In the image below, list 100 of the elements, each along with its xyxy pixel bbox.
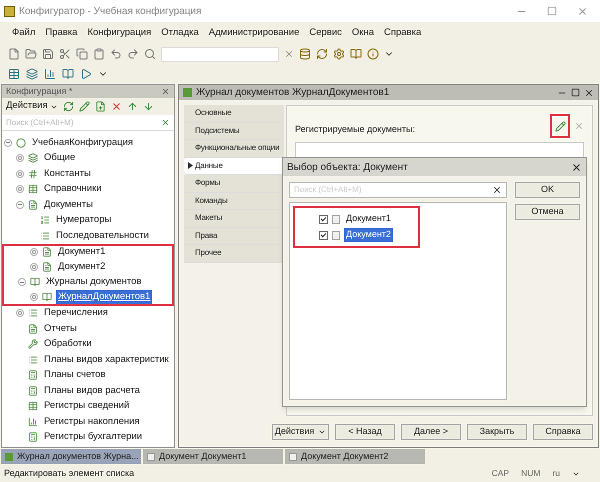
- taskbar-item[interactable]: Документ Документ1: [143, 449, 283, 464]
- collapse-icon[interactable]: [18, 278, 26, 286]
- collapse-icon[interactable]: [16, 200, 24, 209]
- toolbar-icon[interactable]: [127, 48, 139, 60]
- tree-item[interactable]: Регистры накопления: [2, 414, 174, 430]
- menu-item[interactable]: Справка: [384, 26, 422, 40]
- tab[interactable]: Макеты: [184, 210, 284, 228]
- tree-item[interactable]: Регистры бухгалтерии: [2, 430, 174, 445]
- checkbox[interactable]: [319, 230, 328, 240]
- toolbar-icon[interactable]: [26, 68, 38, 80]
- toolbar-icon[interactable]: [94, 101, 106, 112]
- tree-node-icon: [28, 308, 38, 318]
- tree-node-icon: [28, 432, 38, 442]
- dialog-button[interactable]: OK: [515, 182, 580, 198]
- dialog-button[interactable]: < Назад: [335, 424, 395, 440]
- menu-item[interactable]: Файл: [12, 26, 36, 40]
- dialog-button[interactable]: Закрыть: [467, 424, 527, 440]
- toolbar-icon[interactable]: [93, 48, 105, 60]
- tree-item[interactable]: Документ1: [2, 244, 174, 259]
- search-field[interactable]: Поиск (Ctrl+Alt+M): [2, 116, 161, 128]
- menu-item[interactable]: Отладка: [161, 26, 199, 40]
- toolbar-icon[interactable]: [8, 68, 20, 80]
- toolbar-icon[interactable]: [142, 101, 154, 112]
- tree-item[interactable]: Планы счетов: [2, 368, 174, 383]
- menu-item[interactable]: Сервис: [309, 26, 342, 40]
- toolbar-icon[interactable]: [316, 48, 328, 60]
- tree-node-icon: [16, 138, 26, 148]
- tree-item[interactable]: УчебнаяКонфигурация: [2, 135, 174, 150]
- expand-icon[interactable]: [30, 248, 38, 256]
- collapse-icon[interactable]: [4, 138, 12, 147]
- dialog-button[interactable]: Действия: [272, 424, 329, 440]
- tree-node-icon: [42, 292, 52, 302]
- tree-item[interactable]: Нумераторы: [2, 212, 174, 228]
- tab[interactable]: Команды: [184, 192, 284, 210]
- status-message: Редактировать элемент списка: [4, 466, 136, 480]
- tab[interactable]: Данные: [184, 158, 284, 175]
- tree-item[interactable]: Обработки: [2, 336, 174, 352]
- toolbar-icon[interactable]: [110, 101, 122, 112]
- toolbar-icon[interactable]: [76, 48, 88, 60]
- clear-icon[interactable]: [492, 185, 502, 195]
- toolbar-icon[interactable]: [62, 68, 74, 80]
- toolbar-search-field[interactable]: [161, 46, 279, 62]
- list-item[interactable]: Документ2: [344, 228, 393, 242]
- toolbar-icon[interactable]: [333, 48, 345, 60]
- menu-item[interactable]: Конфигурация: [87, 26, 152, 40]
- tree-item[interactable]: Перечисления: [2, 306, 174, 321]
- toolbar-icon[interactable]: [62, 101, 74, 112]
- list-item[interactable]: Документ1: [344, 212, 393, 226]
- maximize-icon[interactable]: [571, 88, 580, 97]
- close-icon[interactable]: [571, 162, 582, 172]
- field-label: Регистрируемые документы:: [295, 123, 416, 136]
- tree-item[interactable]: Константы: [2, 166, 174, 182]
- toolbar-icon[interactable]: [80, 68, 92, 80]
- taskbar-item[interactable]: Документ Документ2: [285, 449, 425, 464]
- dialog-button[interactable]: Далее >: [401, 424, 461, 440]
- tree-item[interactable]: Последовательности: [2, 228, 174, 244]
- menu-item[interactable]: Администрирование: [208, 26, 300, 40]
- tab[interactable]: Формы: [184, 175, 284, 192]
- tab[interactable]: Основные: [184, 105, 284, 122]
- toolbar-icon[interactable]: [25, 48, 37, 60]
- tree-item[interactable]: Отчеты: [2, 321, 174, 336]
- tab[interactable]: Подсистемы: [184, 122, 284, 140]
- checkbox[interactable]: [319, 214, 328, 224]
- toolbar-icon[interactable]: [42, 48, 54, 60]
- edit-button[interactable]: [550, 114, 570, 138]
- tree-item[interactable]: Справочники: [2, 182, 174, 197]
- toolbar-icon[interactable]: [110, 48, 122, 60]
- taskbar-item[interactable]: Журнал документов Журна...: [1, 449, 141, 464]
- tree-node-icon: [28, 401, 38, 412]
- dialog-button[interactable]: Справка: [533, 424, 593, 440]
- toolbar-icon[interactable]: [299, 48, 311, 60]
- expand-icon[interactable]: [16, 154, 24, 162]
- tree-item[interactable]: Планы видов характеристик: [2, 352, 174, 368]
- expand-icon[interactable]: [30, 292, 38, 301]
- toolbar-icon[interactable]: [350, 48, 362, 60]
- tab[interactable]: Права: [184, 228, 284, 245]
- menu-item[interactable]: Окна: [352, 26, 374, 40]
- tree-item[interactable]: Документы: [2, 197, 174, 212]
- toolbar-icon[interactable]: [78, 101, 90, 112]
- dialog-button[interactable]: Отмена: [515, 204, 580, 220]
- toolbar-icon[interactable]: [144, 48, 156, 60]
- expand-icon[interactable]: [16, 185, 24, 194]
- toolbar-icon[interactable]: [59, 48, 71, 60]
- expand-icon[interactable]: [30, 262, 38, 271]
- tree-item[interactable]: Регистры сведений: [2, 398, 174, 414]
- toolbar-icon[interactable]: [44, 68, 56, 80]
- expand-icon[interactable]: [16, 170, 24, 178]
- toolbar-icon[interactable]: [8, 48, 20, 60]
- tree-item[interactable]: Общие: [2, 150, 174, 166]
- close-icon[interactable]: [584, 88, 594, 98]
- tree-item[interactable]: Документ2: [2, 259, 174, 274]
- toolbar-icon[interactable]: [126, 101, 138, 112]
- tree-node-icon: [28, 200, 38, 210]
- menu-item[interactable]: Правка: [45, 26, 78, 40]
- tab[interactable]: Функциональные опции: [184, 140, 284, 158]
- tab[interactable]: Прочее: [184, 245, 284, 262]
- tree-item[interactable]: Планы видов расчета: [2, 383, 174, 398]
- tree-item[interactable]: ЖурналДокументов1: [2, 290, 174, 306]
- toolbar-icon[interactable]: [367, 48, 379, 60]
- expand-icon[interactable]: [16, 309, 24, 318]
